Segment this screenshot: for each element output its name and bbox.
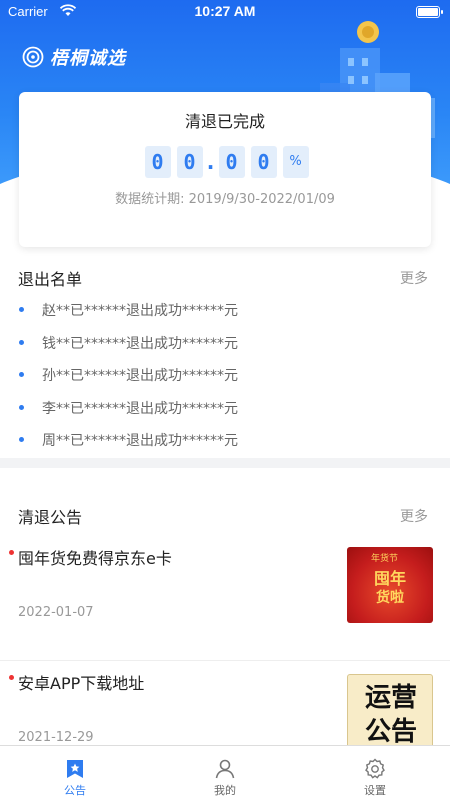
list-item: 李**已******退出成功******元 (0, 394, 450, 427)
thumb-headline: 运营 (364, 683, 417, 713)
exit-more-link[interactable]: 更多 (400, 268, 428, 288)
thumb-tag: 年货节 (371, 554, 399, 564)
digit: 0 (176, 146, 203, 178)
unread-dot-icon (9, 550, 14, 555)
thumb-headline: 公告 (364, 717, 417, 747)
exit-section-header: 退出名单 更多 (0, 262, 450, 292)
exit-record: 周**已******退出成功******元 (42, 433, 238, 449)
notice-title: 囤年货免费得京东e卡 (18, 549, 172, 568)
card-title: 清退已完成 (184, 112, 265, 131)
gear-icon (365, 758, 385, 779)
decimal-point: . (206, 150, 215, 174)
notice-more-link[interactable]: 更多 (400, 506, 428, 526)
brand-logo-icon (22, 46, 44, 68)
exit-record: 孙**已******退出成功******元 (42, 368, 238, 384)
thumb-headline: 囤年 (373, 569, 406, 588)
exit-record: 钱**已******退出成功******元 (42, 335, 238, 352)
notice-thumbnail: 运营 公告 (347, 674, 433, 750)
status-time: 10:27 AM (194, 3, 256, 19)
notice-section-header: 清退公告 更多 (0, 500, 450, 530)
notice-title: 安卓APP下载地址 (18, 674, 145, 693)
bullet-icon (19, 307, 24, 312)
tab-bar: 公告 我的 设置 (0, 745, 450, 800)
exit-section-title: 退出名单 (18, 270, 83, 289)
notice-thumbnail: 年货节 囤年 货啦 (347, 547, 433, 623)
list-item: 钱**已******退出成功******元 (0, 329, 450, 362)
notice-date: 2022-01-07 (18, 605, 94, 620)
unread-dot-icon (9, 675, 14, 680)
digit: 0 (250, 146, 277, 178)
digit: 0 (218, 146, 245, 178)
tab-label: 设置 (364, 784, 386, 797)
exit-record: 李**已******退出成功******元 (42, 400, 238, 417)
person-icon (215, 759, 235, 779)
digit: 0 (144, 146, 171, 178)
star-bookmark-icon (67, 760, 83, 778)
battery-icon (416, 6, 443, 18)
notice-section-title: 清退公告 (18, 508, 83, 527)
brand: 梧桐诚选 (22, 44, 126, 70)
tab-label: 我的 (214, 784, 236, 797)
percent-sign: % (282, 146, 309, 178)
bullet-icon (19, 339, 24, 345)
bullet-icon (19, 372, 24, 377)
section-divider (0, 458, 450, 468)
progress-digits: 0 0 . 0 0 % (19, 146, 431, 178)
tab-label: 公告 (64, 784, 86, 797)
list-item: 赵**已******退出成功******元 (0, 296, 450, 329)
summary-card: 清退已完成 0 0 . 0 0 % 数据统计期: 2019/9/30-2022/… (19, 92, 431, 247)
status-bar: Carrier 10:27 AM (0, 0, 450, 24)
brand-name: 梧桐诚选 (50, 48, 126, 69)
bullet-icon (19, 404, 24, 410)
bullet-icon (19, 437, 24, 442)
notice-item[interactable]: 囤年货免费得京东e卡 2022-01-07 年货节 囤年 货啦 (0, 543, 450, 661)
tab-settings[interactable]: 设置 (300, 746, 450, 800)
list-item: 周**已******退出成功******元 (0, 426, 450, 459)
exit-record: 赵**已******退出成功******元 (42, 303, 238, 319)
thumb-headline: 货啦 (376, 590, 404, 606)
notice-date: 2021-12-29 (18, 730, 94, 745)
list-item: 孙**已******退出成功******元 (0, 361, 450, 394)
stat-period: 数据统计期: 2019/9/30-2022/01/09 (115, 192, 335, 207)
exit-list: 赵**已******退出成功******元 钱**已******退出成功****… (0, 296, 450, 459)
tab-mine[interactable]: 我的 (150, 746, 300, 800)
tab-announcements[interactable]: 公告 (0, 746, 150, 800)
